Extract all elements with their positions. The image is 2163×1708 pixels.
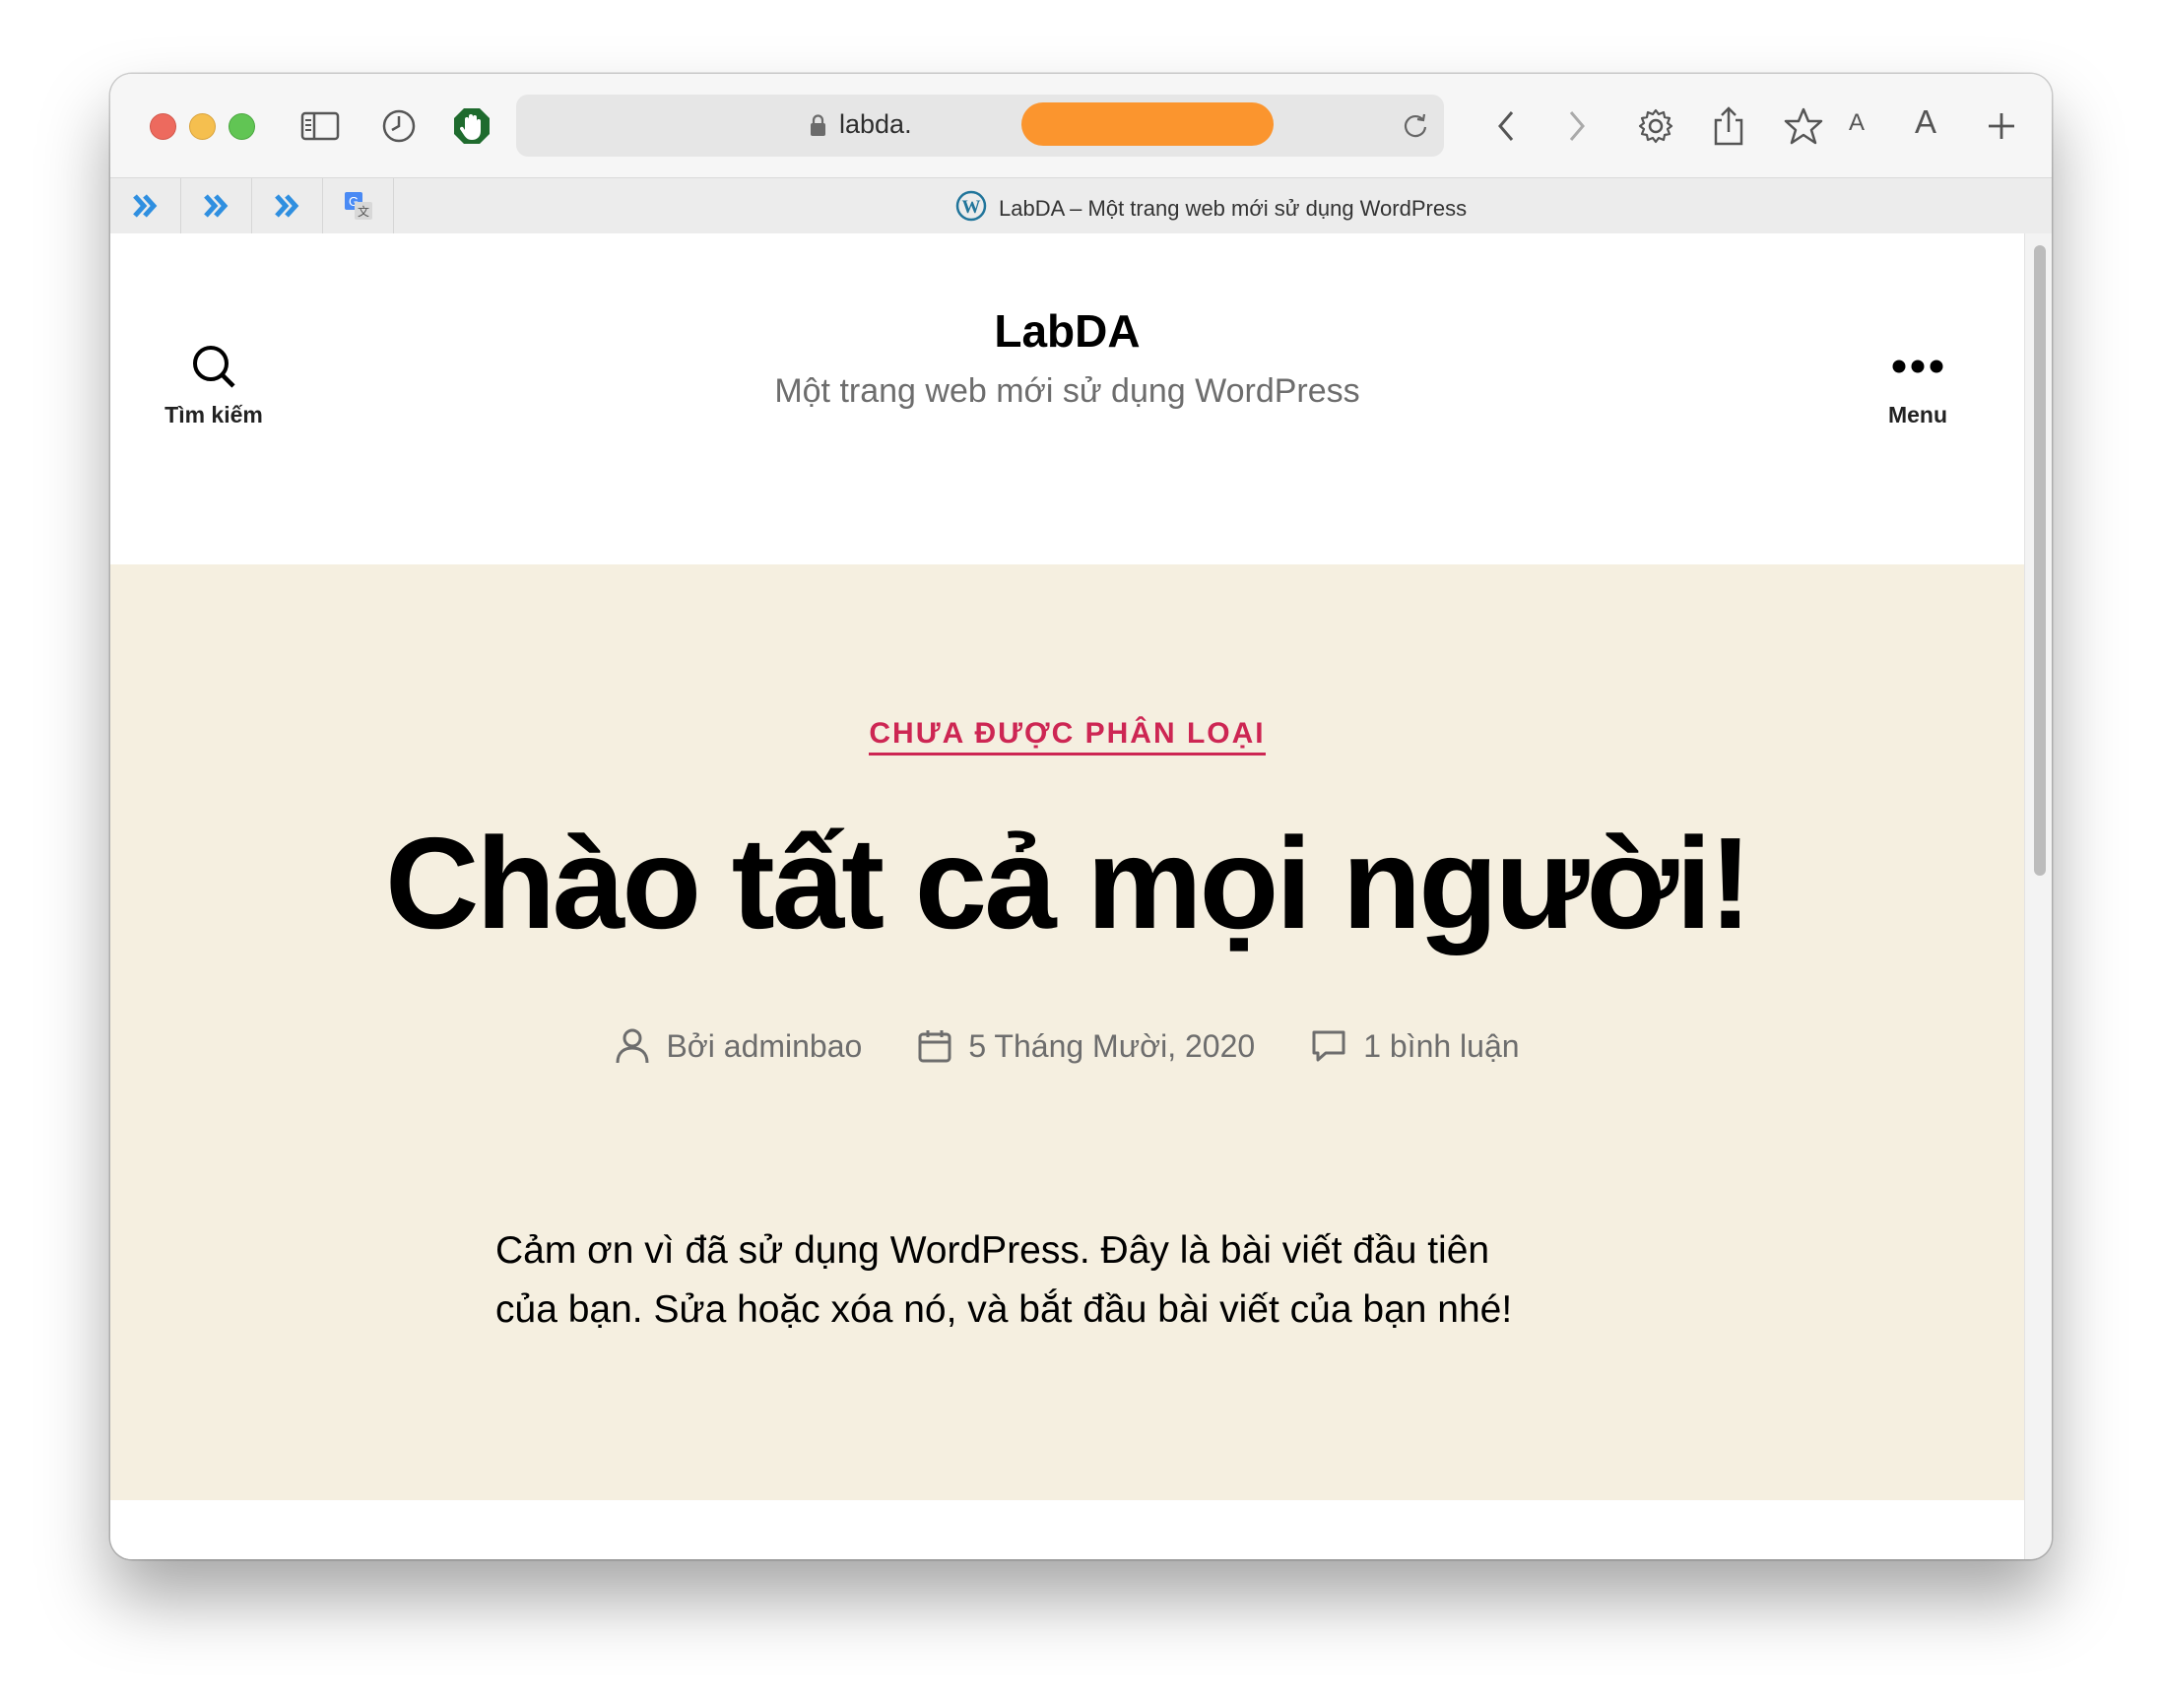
double-chevron-icon bbox=[132, 194, 157, 218]
vertical-scrollbar[interactable] bbox=[2024, 233, 2052, 1559]
author-link[interactable]: Bởi adminbao bbox=[666, 1028, 862, 1065]
sidebar-icon[interactable] bbox=[297, 103, 343, 149]
double-chevron-icon bbox=[274, 194, 298, 218]
post-body-line: Cảm ơn vì đã sử dụng WordPress. Đây là b… bbox=[495, 1229, 1490, 1272]
decrease-font-button[interactable]: A bbox=[1849, 109, 1865, 137]
post-body-line: của bạn. Sửa hoặc xóa nó, và bắt đầu bài… bbox=[495, 1288, 1513, 1331]
calendar-icon bbox=[918, 1030, 951, 1063]
post-author: Bởi adminbao bbox=[615, 1027, 862, 1065]
close-window-button[interactable] bbox=[150, 113, 176, 140]
bookmark-extension-2[interactable] bbox=[181, 178, 252, 233]
post-header: CHƯA ĐƯỢC PHÂN LOẠI Chào tất cả mọi ngườ… bbox=[110, 564, 2024, 1500]
menu-label: Menu bbox=[1887, 402, 1948, 427]
gear-icon[interactable] bbox=[1633, 103, 1678, 149]
reload-icon[interactable] bbox=[1401, 110, 1430, 145]
zoom-window-button[interactable] bbox=[229, 113, 255, 140]
tab-title: LabDA – Một trang web mới sử dụng WordPr… bbox=[999, 196, 1468, 221]
post-comments: 1 bình luận bbox=[1310, 1028, 1520, 1065]
ellipsis-menu-icon bbox=[1892, 360, 1943, 373]
svg-text:文: 文 bbox=[357, 204, 368, 219]
new-tab-plus-icon[interactable] bbox=[1979, 103, 2024, 149]
post-category: CHƯA ĐƯỢC PHÂN LOẠI bbox=[110, 717, 2024, 755]
translate-extension[interactable]: G文 bbox=[323, 178, 394, 233]
bookmark-extension-1[interactable] bbox=[110, 178, 181, 233]
bookmark-extension-3[interactable] bbox=[252, 178, 323, 233]
comments-link[interactable]: 1 bình luận bbox=[1363, 1028, 1519, 1065]
menu-toggle-button[interactable]: Menu bbox=[1868, 342, 1967, 428]
double-chevron-icon bbox=[203, 194, 228, 218]
minimize-window-button[interactable] bbox=[189, 113, 216, 140]
increase-font-button[interactable]: A bbox=[1915, 103, 1936, 141]
wordpress-icon: W bbox=[955, 190, 987, 228]
post-meta: Bởi adminbao 5 Tháng Mười, 2020 1 bình l… bbox=[110, 1027, 2024, 1065]
share-icon[interactable] bbox=[1706, 103, 1751, 149]
date-link[interactable]: 5 Tháng Mười, 2020 bbox=[968, 1028, 1255, 1065]
scrollbar-thumb[interactable] bbox=[2034, 245, 2046, 876]
comment-bubble-icon bbox=[1312, 1030, 1345, 1062]
site-header: Tìm kiếm LabDA Một trang web mới sử dụng… bbox=[110, 233, 2024, 564]
adblock-hand-icon[interactable] bbox=[449, 103, 494, 149]
browser-window: labda. A A G 文 W LabDA – Một trang web m… bbox=[110, 74, 2052, 1559]
site-title[interactable]: LabDA bbox=[110, 304, 2024, 358]
back-chevron-icon[interactable] bbox=[1483, 103, 1529, 149]
address-bar[interactable]: labda. bbox=[516, 95, 1444, 157]
history-clock-icon[interactable] bbox=[376, 103, 422, 149]
site-description: Một trang web mới sử dụng WordPress bbox=[774, 372, 1360, 410]
bookmark-star-icon[interactable] bbox=[1781, 103, 1826, 149]
post-date: 5 Tháng Mười, 2020 bbox=[917, 1028, 1255, 1065]
tab-bar: G文 W LabDA – Một trang web mới sử dụng W… bbox=[110, 177, 2052, 234]
redaction-overlay bbox=[1021, 102, 1274, 146]
forward-chevron-icon[interactable] bbox=[1554, 103, 1600, 149]
address-text: labda. bbox=[839, 109, 912, 139]
web-page: Tìm kiếm LabDA Một trang web mới sử dụng… bbox=[110, 233, 2024, 1559]
post-title: Chào tất cả mọi người! bbox=[385, 811, 1752, 955]
svg-text:W: W bbox=[962, 197, 981, 218]
browser-toolbar: labda. A A bbox=[110, 74, 2052, 177]
category-link[interactable]: CHƯA ĐƯỢC PHÂN LOẠI bbox=[869, 717, 1266, 755]
post-content: Cảm ơn vì đã sử dụng WordPress. Đây là b… bbox=[495, 1221, 1658, 1340]
lock-icon bbox=[810, 114, 826, 142]
translate-icon: G文 bbox=[344, 192, 372, 220]
active-tab[interactable]: W LabDA – Một trang web mới sử dụng Word… bbox=[955, 190, 1467, 228]
user-icon bbox=[616, 1028, 649, 1064]
